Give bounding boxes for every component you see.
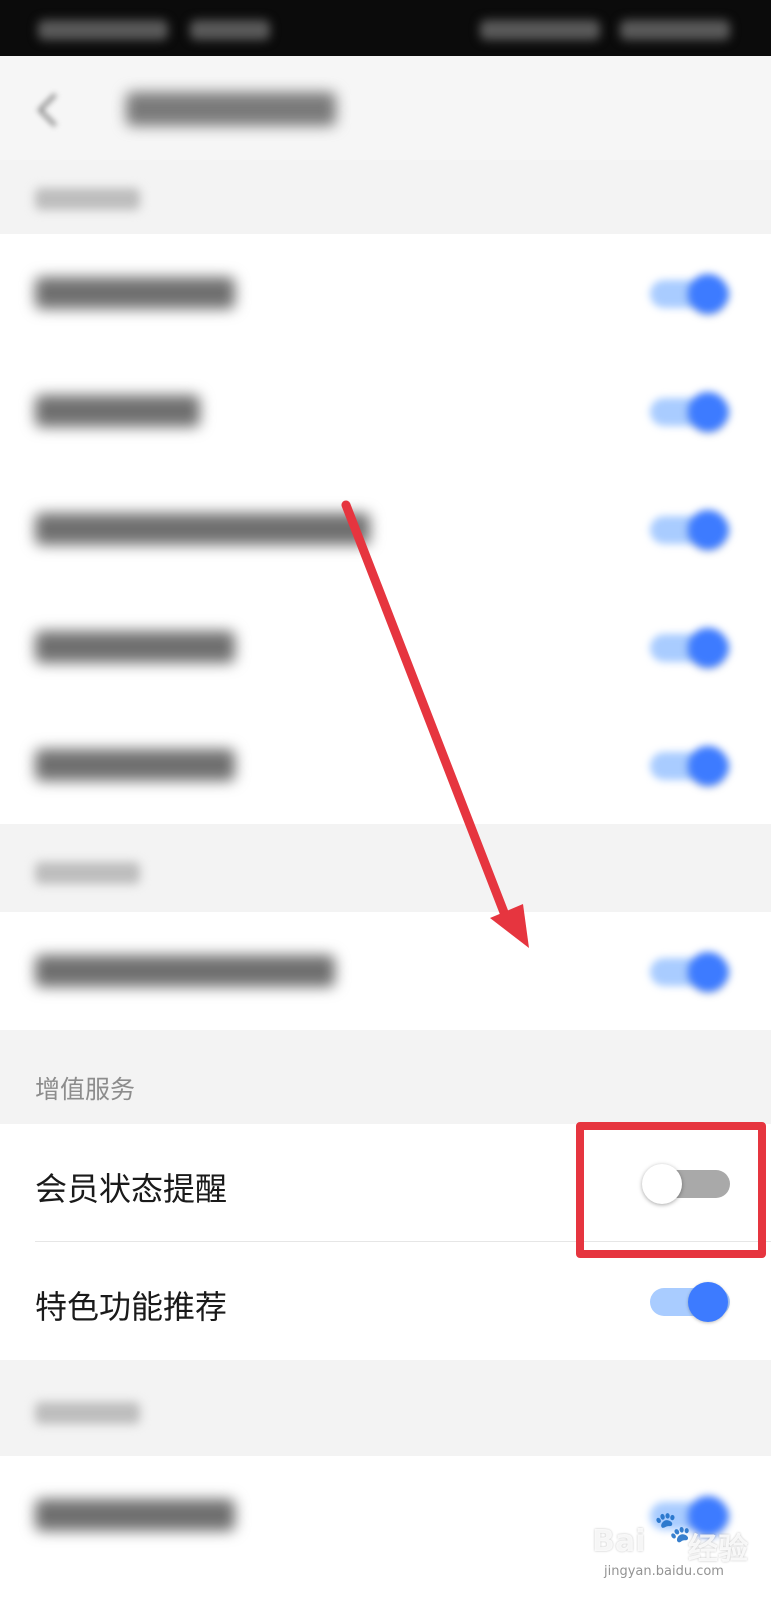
baidu-watermark: Bai 🐾 经验 jingyan.baidu.com [592,1510,762,1580]
watermark-brand: Bai [592,1524,646,1559]
annotation-arrow [341,500,529,948]
annotation-highlight-box [576,1122,766,1258]
watermark-domain: jingyan.baidu.com [604,1564,724,1579]
paw-logo-icon: 🐾 [654,1510,692,1545]
watermark-brand2: 经验 [688,1532,748,1567]
